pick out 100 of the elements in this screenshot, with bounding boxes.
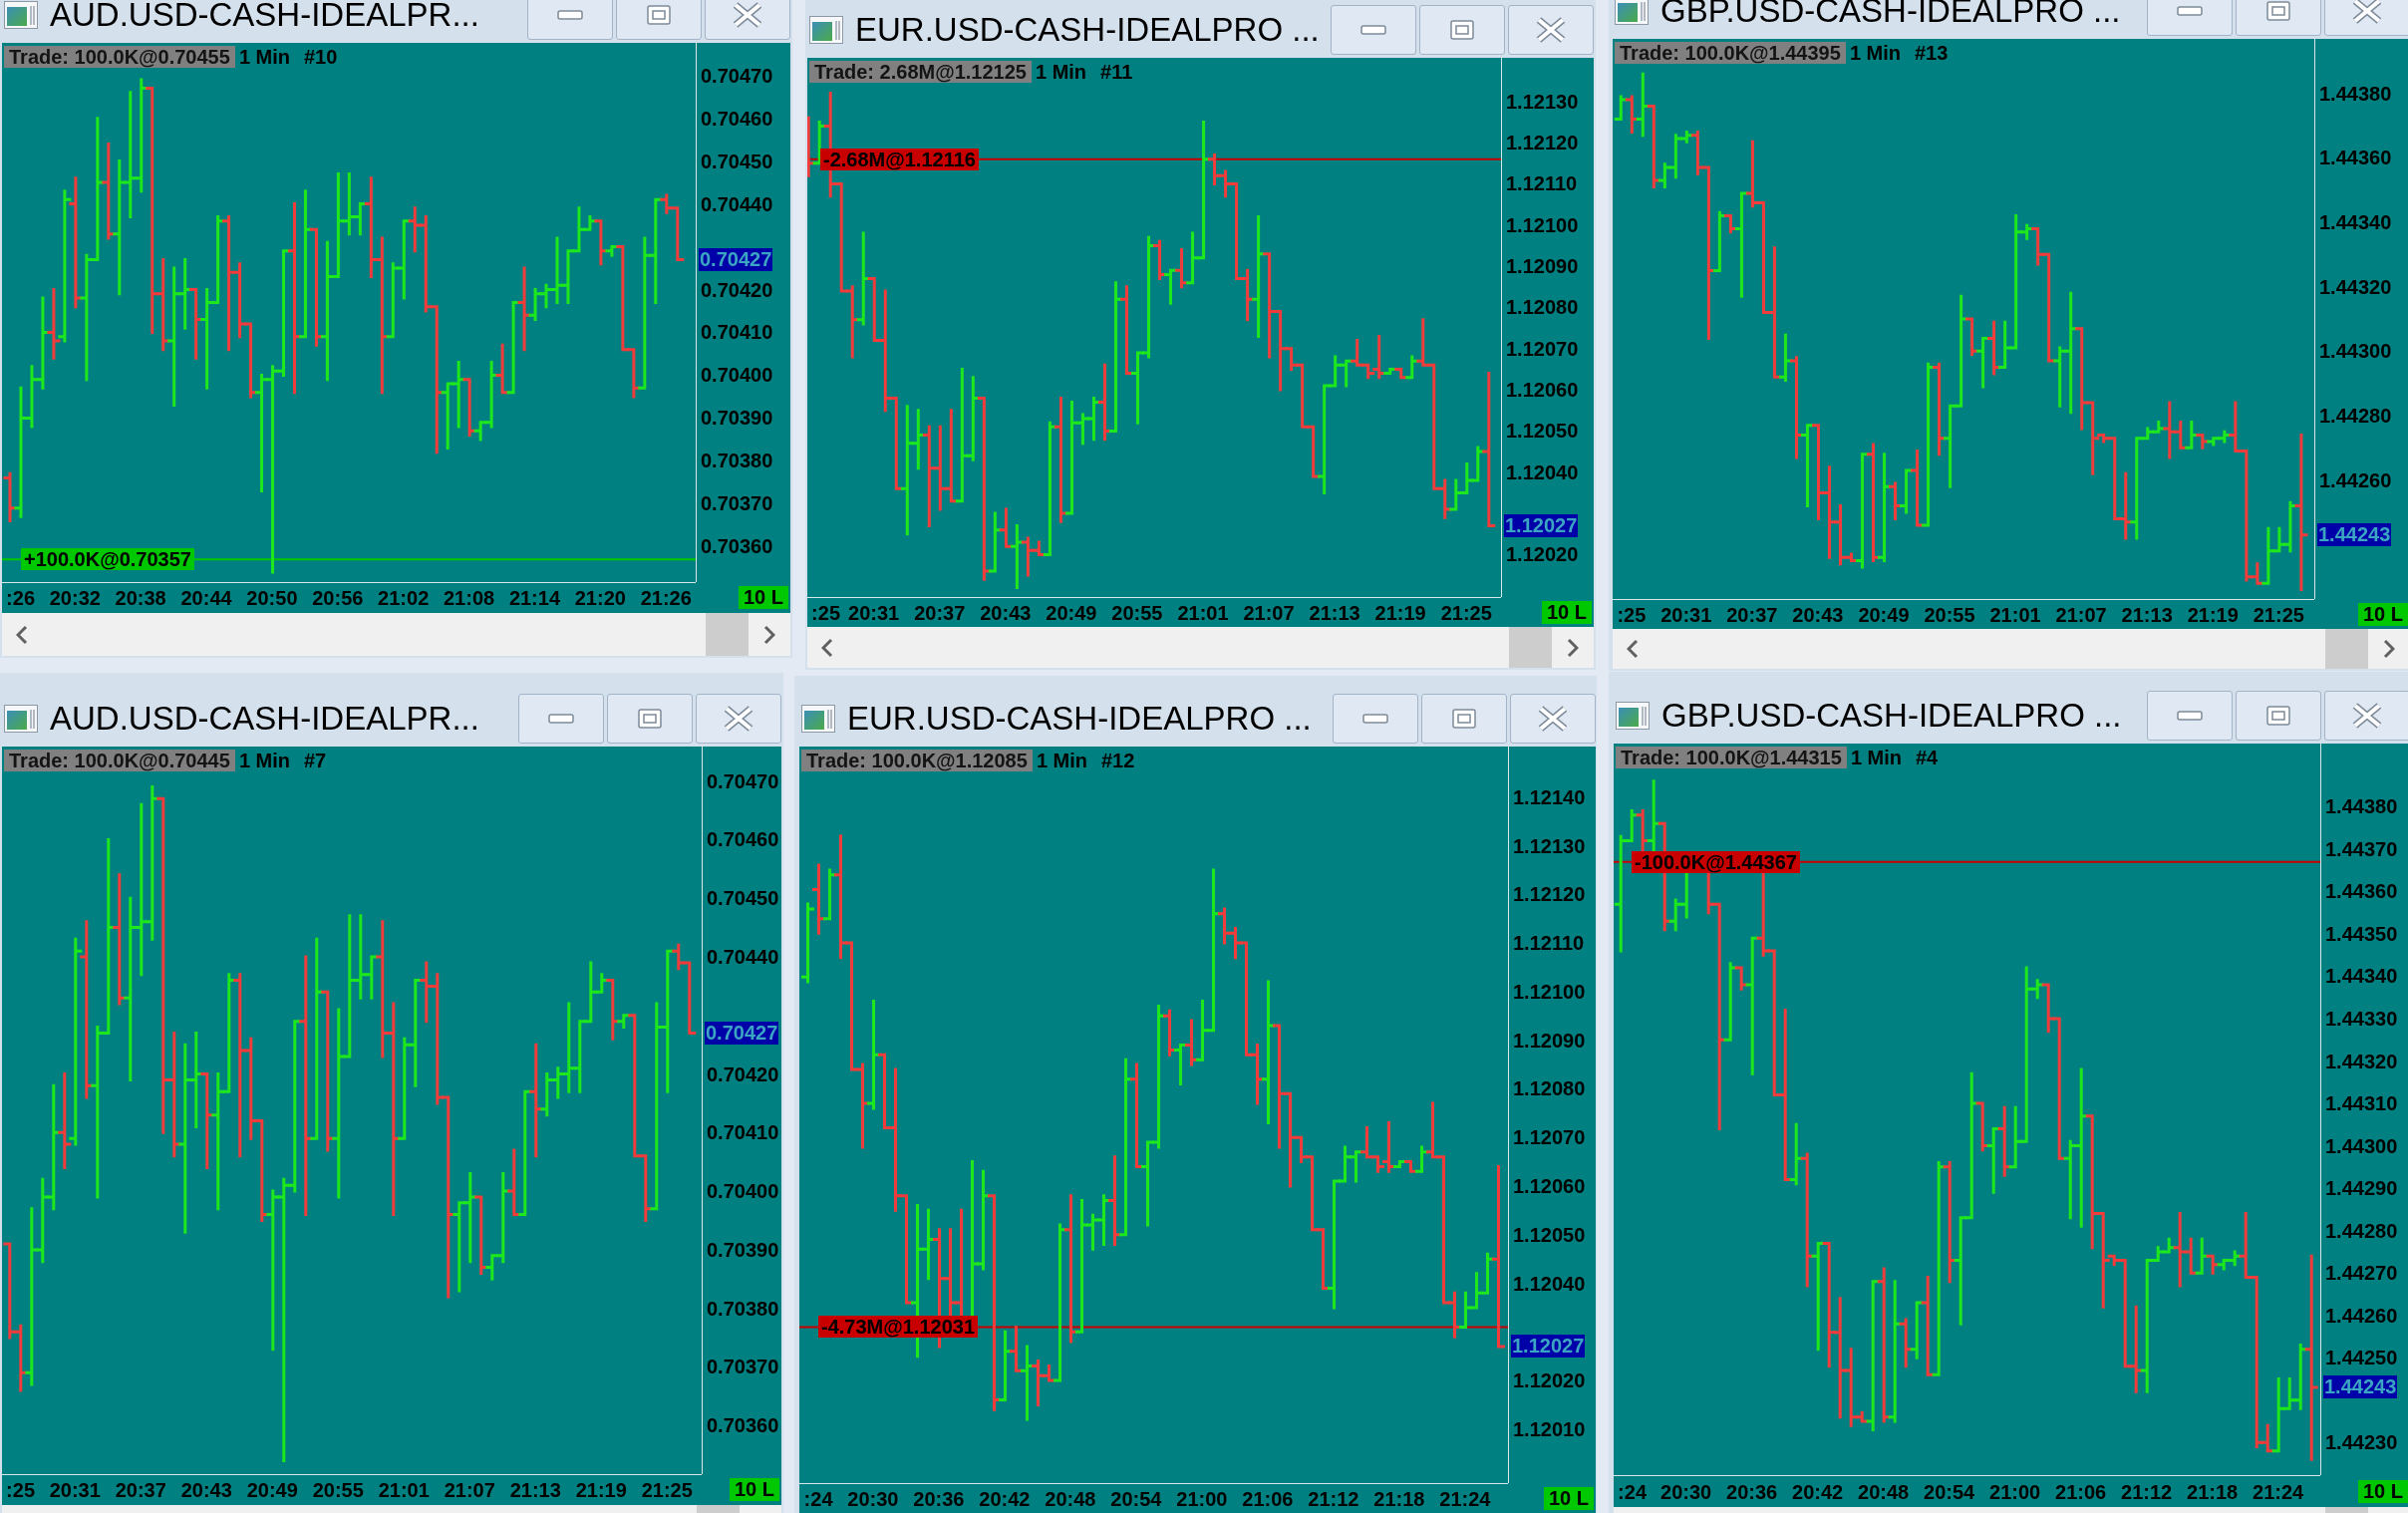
maximize-button[interactable]: [616, 0, 702, 40]
last-price-label: 0.70427: [699, 247, 773, 271]
price-label: 1.12110: [1506, 172, 1578, 195]
price-label: 1.12070: [1506, 337, 1579, 360]
price-label: 1.44280: [2319, 405, 2392, 427]
minimize-button[interactable]: [518, 694, 604, 744]
horizontal-scrollbar[interactable]: [2, 1505, 781, 1513]
time-label: 21:26: [640, 587, 692, 609]
time-label: 20:56: [312, 587, 364, 609]
chart-number: #11: [1100, 61, 1133, 83]
price-label: 0.70440: [707, 946, 779, 968]
price-label: 1.12090: [1513, 1029, 1586, 1052]
scrollbar-thumb[interactable]: [2325, 1507, 2368, 1513]
horizontal-scrollbar[interactable]: [2, 613, 790, 656]
chevron-left-icon: [1627, 639, 1639, 659]
price-label: 1.44330: [2325, 1008, 2398, 1030]
price-label: 0.70390: [701, 407, 773, 430]
time-label: 20:30: [1660, 1480, 1712, 1503]
minimize-icon: [2177, 6, 2203, 16]
price-label: 1.12100: [1513, 980, 1586, 1003]
lot-badge: 10 L: [738, 586, 788, 609]
time-label: :25: [1617, 603, 1647, 626]
chevron-right-icon: [2383, 639, 2395, 659]
time-label: 21:01: [1177, 601, 1229, 624]
price-label: 1.12060: [1513, 1174, 1586, 1197]
horizontal-scrollbar[interactable]: [807, 627, 1594, 668]
chevron-right-icon: [763, 624, 775, 645]
time-label: 21:18: [1373, 1487, 1425, 1510]
time-label: 20:49: [1858, 603, 1910, 626]
price-label: 1.44260: [2319, 468, 2392, 491]
time-label: 21:25: [1440, 601, 1492, 624]
minimize-button[interactable]: [527, 0, 613, 40]
time-label: 20:32: [49, 587, 101, 609]
minimize-button[interactable]: [1331, 5, 1416, 55]
minimize-button[interactable]: [1333, 694, 1418, 744]
maximize-button[interactable]: [1421, 694, 1507, 744]
horizontal-scrollbar[interactable]: [1613, 629, 2408, 669]
price-label: 1.44230: [2325, 1431, 2398, 1454]
price-label: 1.12050: [1513, 1223, 1586, 1246]
close-icon: [1538, 706, 1568, 732]
price-label: 0.70410: [701, 321, 773, 344]
time-label: 20:48: [1045, 1487, 1096, 1510]
time-label: 20:55: [1111, 601, 1163, 624]
price-label: 0.70380: [707, 1297, 779, 1320]
price-label: 1.44340: [2325, 965, 2398, 988]
price-label: 0.70420: [701, 278, 773, 301]
price-label: 1.12050: [1506, 420, 1579, 443]
scrollbar-thumb[interactable]: [2325, 629, 2368, 669]
lot-badge: 10 L: [1543, 1486, 1594, 1510]
price-label: 0.70370: [701, 492, 773, 515]
lot-badge: 10 L: [2357, 1479, 2408, 1503]
maximize-button[interactable]: [2236, 691, 2321, 741]
maximize-icon: [638, 709, 662, 729]
time-label: 20:43: [180, 1479, 232, 1501]
maximize-button[interactable]: [607, 694, 693, 744]
minimize-icon: [1362, 714, 1388, 724]
time-label: 20:36: [1726, 1480, 1778, 1503]
time-label: 20:36: [913, 1487, 965, 1510]
scrollbar-thumb[interactable]: [697, 1505, 740, 1513]
price-label: 1.12090: [1506, 255, 1579, 278]
close-button[interactable]: [705, 0, 790, 40]
minimize-icon: [548, 714, 574, 724]
maximize-button[interactable]: [2236, 0, 2321, 36]
time-label: :25: [6, 1479, 35, 1501]
maximize-button[interactable]: [1419, 5, 1505, 55]
price-label: 1.12040: [1506, 460, 1579, 483]
price-label: 1.44300: [2319, 340, 2392, 363]
time-label: 21:06: [1242, 1487, 1294, 1510]
time-label: :24: [803, 1487, 833, 1510]
lot-badge: 10 L: [729, 1478, 779, 1501]
close-button[interactable]: [2324, 691, 2408, 741]
price-label: 1.44380: [2325, 795, 2398, 818]
price-label: 1.12120: [1513, 883, 1586, 906]
close-button[interactable]: [1508, 5, 1594, 55]
time-label: :26: [6, 587, 35, 609]
window-icon: [1615, 0, 1649, 25]
close-button[interactable]: [1510, 694, 1596, 744]
close-button[interactable]: [2324, 0, 2408, 36]
time-label: :24: [1618, 1480, 1647, 1503]
time-label: 21:08: [444, 587, 495, 609]
close-icon: [2352, 0, 2382, 24]
minimize-button[interactable]: [2147, 691, 2233, 741]
window-title: GBP.USD-CASH-IDEALPRO ...: [1661, 696, 2122, 736]
time-label: 21:19: [1374, 601, 1426, 624]
maximize-icon: [2266, 1, 2290, 21]
maximize-icon: [1450, 20, 1474, 40]
minimize-button[interactable]: [2147, 0, 2233, 36]
time-label: 21:00: [1989, 1480, 2041, 1503]
minimize-icon: [2177, 711, 2203, 721]
time-label: 21:25: [2253, 603, 2304, 626]
close-button[interactable]: [696, 694, 781, 744]
time-label: 21:00: [1176, 1487, 1228, 1510]
scrollbar-thumb[interactable]: [706, 613, 749, 656]
close-icon: [1536, 17, 1566, 43]
time-label: 21:07: [1243, 601, 1295, 624]
scrollbar-thumb[interactable]: [1509, 627, 1552, 668]
time-label: 21:25: [641, 1479, 693, 1501]
time-label: 21:18: [2187, 1480, 2239, 1503]
position-label: -2.68M@1.12116: [820, 148, 979, 170]
horizontal-scrollbar[interactable]: [1614, 1507, 2408, 1513]
